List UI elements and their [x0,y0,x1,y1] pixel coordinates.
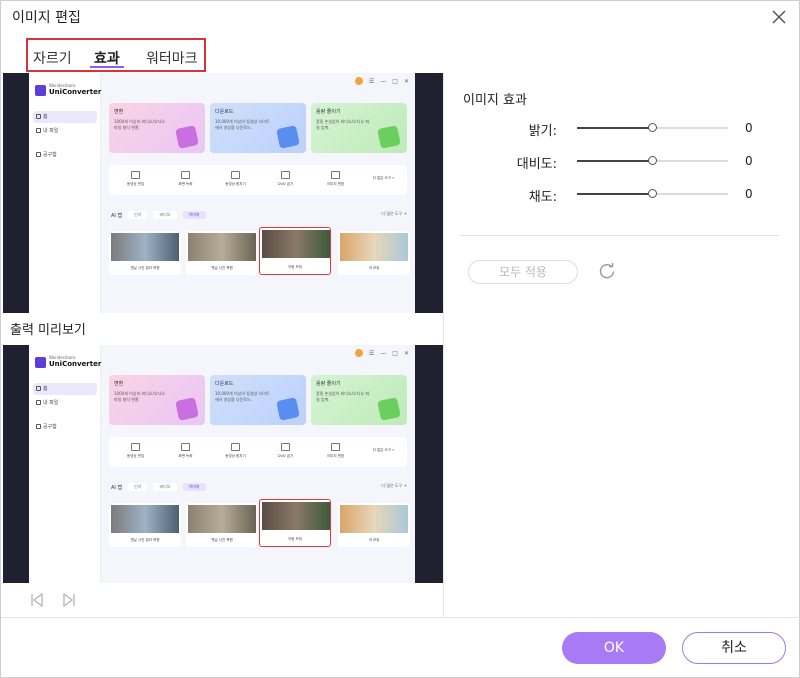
reset-icon[interactable] [598,262,616,280]
brightness-value: 0 [745,121,753,135]
dialog-title: 이미지 편집 [12,10,81,26]
app-card-compress: 용량 줄이기 품질 손실없이 비디오/오디오 파일 압축. [311,375,407,425]
app-nav-toolbox: 공구함 [33,149,97,161]
app-thumb: 옛날 사진 복원 [186,503,258,547]
ok-button[interactable]: OK [562,632,666,664]
original-preview: Wondershare UniConverter 홈 내 파일 공구함 ☰ — □ ✕… [3,73,443,313]
app-more-tools: 더 많은 도구 + [381,211,407,216]
app-nav-files: 내 파일 [33,397,97,409]
next-frame-icon[interactable] [62,592,76,608]
app-nav-home: 홈 [33,383,97,395]
apply-all-button[interactable]: 모두 적용 [468,260,578,284]
previous-frame-icon[interactable] [30,592,44,608]
saturation-value: 0 [745,187,753,201]
output-preview-label: 출력 미리보기 [10,323,86,338]
tab-effects[interactable]: 효과 [94,48,120,68]
preview-app-screenshot: Wondershare UniConverter 홈 내 파일 공구함 ☰ — □ ✕… [29,73,415,313]
app-thumb-selected: 자동 보정 [259,499,331,547]
contrast-slider[interactable] [577,156,728,165]
app-titlebar: ☰ — □ ✕ [354,77,409,85]
tab-watermark[interactable]: 워터마크 [146,48,198,68]
contrast-label: 대비도: [516,157,557,172]
app-logo: Wondershare UniConverter [35,81,101,101]
close-icon[interactable] [771,9,787,25]
output-preview: Wondershare UniConverter 홈 내 파일 공구함 ☰ — □ ✕… [3,345,443,583]
app-card-convert: 변환 1000개 이상의 비디오/오디오 파일 형식 변환. [109,375,205,425]
app-thumb: 옛날 사진 컬러 복원 [109,231,181,275]
effects-divider [459,235,779,236]
brightness-slider[interactable] [577,123,728,132]
app-ai-lab-row: AI 랩 인기 비디오 이미지 [111,483,206,491]
app-tools-row: 동영상 편집 화면 녹화 동영상 합치기 DVD 굽기 이미지 변환 더 많은 … [109,165,407,195]
app-sidebar: Wondershare UniConverter 홈 내 파일 공구함 [29,345,101,583]
contrast-value: 0 [745,154,753,168]
app-thumb: 색 보정 [338,503,410,547]
app-nav-home: 홈 [33,111,97,123]
image-edit-dialog: 이미지 편집 자르기 효과 워터마크 Wondershare UniConver… [0,0,800,678]
app-ai-lab-row: AI 랩 인기 비디오 이미지 [111,211,206,219]
brightness-slider-handle[interactable] [648,123,657,132]
brightness-label: 밝기: [528,124,557,139]
app-thumb-selected: 자동 보정 [259,227,331,275]
contrast-slider-handle[interactable] [648,156,657,165]
app-nav-files: 내 파일 [33,125,97,137]
app-titlebar: ☰ — □ ✕ [354,349,409,357]
footer-divider [1,617,800,618]
app-sidebar: Wondershare UniConverter 홈 내 파일 공구함 [29,73,101,313]
active-tab-underline [90,66,124,68]
app-thumb: 옛날 사진 복원 [186,231,258,275]
saturation-slider[interactable] [577,189,728,198]
app-thumb: 색 보정 [338,231,410,275]
saturation-slider-handle[interactable] [648,189,657,198]
app-card-download: 다운로드 10,000개 이상의 동영상 사이트에서 영상을 다운로드. [210,375,306,425]
tab-bar: 자르기 효과 워터마크 [26,38,206,72]
app-card-download: 다운로드 10,000개 이상의 동영상 사이트에서 영상을 다운로드. [210,103,306,153]
app-nav-toolbox: 공구함 [33,421,97,433]
app-thumb: 옛날 사진 컬러 복원 [109,503,181,547]
panel-divider [443,73,444,617]
effects-title: 이미지 효과 [463,93,527,108]
saturation-label: 채도: [528,190,557,205]
app-card-compress: 용량 줄이기 품질 손실없이 비디오/오디오 파일 압축. [311,103,407,153]
app-card-convert: 변환 1000개 이상의 비디오/오디오 파일 형식 변환. [109,103,205,153]
app-more-tools: 더 많은 도구 + [381,483,407,488]
tab-crop[interactable]: 자르기 [33,48,72,68]
app-tools-row: 동영상 편집 화면 녹화 동영상 합치기 DVD 굽기 이미지 변환 더 많은 … [109,437,407,467]
app-logo: Wondershare UniConverter [35,353,101,373]
cancel-button[interactable]: 취소 [682,632,786,664]
preview-app-screenshot: Wondershare UniConverter 홈 내 파일 공구함 ☰ — □ ✕… [29,345,415,583]
